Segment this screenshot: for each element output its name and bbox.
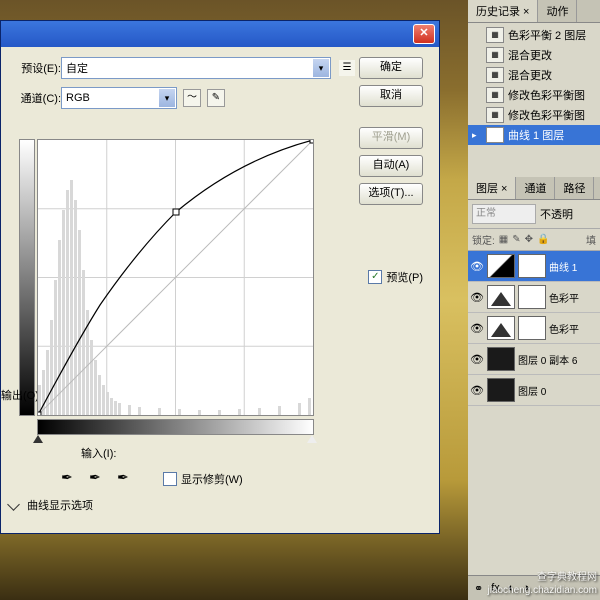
- input-label: 输入(I):: [81, 445, 116, 461]
- curve-graph[interactable]: [37, 139, 314, 416]
- layer-thumb[interactable]: [487, 316, 515, 340]
- history-item[interactable]: ▦混合更改: [468, 65, 600, 85]
- curve-tool-icon[interactable]: 〜: [183, 89, 201, 107]
- watermark: 查字典教程网 jiaocheng.chazidian.com: [487, 571, 597, 597]
- history-item[interactable]: ▦色彩平衡 2 图层: [468, 25, 600, 45]
- layer-item[interactable]: 👁 色彩平: [468, 313, 600, 344]
- dialog-buttons: 确定 取消 平滑(M) 自动(A) 选项(T)...: [359, 57, 425, 211]
- preset-value: 自定: [66, 60, 88, 76]
- preset-menu-icon[interactable]: ☰: [339, 60, 355, 76]
- options-button[interactable]: 选项(T)...: [359, 183, 423, 205]
- black-eyedropper-icon[interactable]: ✒: [61, 469, 79, 487]
- chevron-down-icon: ▾: [159, 89, 175, 107]
- history-item[interactable]: ▦修改色彩平衡图: [468, 85, 600, 105]
- chevron-right-icon: [7, 498, 20, 511]
- preview-label: 预览(P): [386, 269, 423, 285]
- panels: 历史记录 × 动作 ▦色彩平衡 2 图层 ▦混合更改 ▦混合更改 ▦修改色彩平衡…: [468, 0, 600, 600]
- layer-item[interactable]: 👁 图层 0 副本 6: [468, 344, 600, 375]
- lock-row: 锁定: ▦ ✎ ✥ 🔒 填: [468, 229, 600, 251]
- smooth-button: 平滑(M): [359, 127, 423, 149]
- channel-label: 通道(C):: [13, 90, 61, 106]
- visibility-icon[interactable]: 👁: [470, 291, 484, 304]
- tab-paths[interactable]: 路径: [555, 177, 594, 199]
- layer-mask[interactable]: [518, 254, 546, 278]
- histogram-svg: [38, 140, 313, 415]
- lock-transparent-icon[interactable]: ▦: [499, 234, 508, 245]
- output-gradient: [19, 139, 35, 416]
- visibility-icon[interactable]: 👁: [470, 322, 484, 335]
- history-item[interactable]: ▦混合更改: [468, 45, 600, 65]
- curves-dialog: ✕ 预设(E): 自定 ▾ ☰ 通道(C): RGB ▾ 〜 ✎ 输出(O):: [0, 20, 440, 534]
- white-point-slider[interactable]: [307, 435, 317, 443]
- input-gradient: [37, 419, 314, 435]
- eyedropper-tools: ✒ ✒ ✒: [61, 469, 135, 487]
- blend-mode-combo[interactable]: 正常: [472, 204, 536, 224]
- chevron-down-icon: ▾: [313, 59, 329, 77]
- visibility-icon[interactable]: 👁: [470, 353, 484, 366]
- layers-header: 正常 不透明: [468, 200, 600, 229]
- preset-combo[interactable]: 自定 ▾: [61, 57, 331, 79]
- link-icon[interactable]: ⚭: [474, 582, 483, 595]
- preset-label: 预设(E):: [13, 60, 61, 76]
- layers-tabs: 图层 × 通道 路径: [468, 177, 600, 200]
- layer-thumb[interactable]: [487, 347, 515, 371]
- opacity-label: 不透明: [540, 206, 573, 222]
- clip-label: 显示修剪(W): [181, 471, 243, 487]
- lock-move-icon[interactable]: ✥: [525, 234, 533, 245]
- preview-checkbox[interactable]: ✓ 预览(P): [368, 269, 423, 285]
- output-label: 输出(O):: [1, 387, 42, 403]
- cancel-button[interactable]: 取消: [359, 85, 423, 107]
- layer-thumb[interactable]: [487, 254, 515, 278]
- black-point-slider[interactable]: [33, 435, 43, 443]
- layer-list: 👁 曲线 1 👁 色彩平 👁 色彩平 👁 图层 0 副本 6 👁 图层 0: [468, 251, 600, 406]
- gray-eyedropper-icon[interactable]: ✒: [89, 469, 107, 487]
- ok-button[interactable]: 确定: [359, 57, 423, 79]
- show-clipping-checkbox[interactable]: 显示修剪(W): [163, 471, 243, 487]
- history-list: ▦色彩平衡 2 图层 ▦混合更改 ▦混合更改 ▦修改色彩平衡图 ▦修改色彩平衡图…: [468, 23, 600, 147]
- tab-history[interactable]: 历史记录 ×: [468, 0, 538, 22]
- layer-mask[interactable]: [518, 316, 546, 340]
- channel-value: RGB: [66, 92, 90, 104]
- title-bar[interactable]: ✕: [1, 21, 439, 47]
- layer-mask[interactable]: [518, 285, 546, 309]
- visibility-icon[interactable]: 👁: [470, 384, 484, 397]
- auto-button[interactable]: 自动(A): [359, 155, 423, 177]
- white-eyedropper-icon[interactable]: ✒: [117, 469, 135, 487]
- history-item[interactable]: ▸▦曲线 1 图层: [468, 125, 600, 145]
- tab-layers[interactable]: 图层 ×: [468, 177, 516, 199]
- visibility-icon[interactable]: 👁: [470, 260, 484, 273]
- layer-item[interactable]: 👁 图层 0: [468, 375, 600, 406]
- check-icon: ✓: [368, 270, 382, 284]
- channel-combo[interactable]: RGB ▾: [61, 87, 177, 109]
- history-tabs: 历史记录 × 动作: [468, 0, 600, 23]
- lock-brush-icon[interactable]: ✎: [512, 234, 520, 245]
- layer-item[interactable]: 👁 曲线 1: [468, 251, 600, 282]
- pencil-tool-icon[interactable]: ✎: [207, 89, 225, 107]
- layer-thumb[interactable]: [487, 285, 515, 309]
- curve-options-toggle[interactable]: 曲线显示选项: [9, 497, 93, 513]
- history-item[interactable]: ▦修改色彩平衡图: [468, 105, 600, 125]
- layer-thumb[interactable]: [487, 378, 515, 402]
- lock-all-icon[interactable]: 🔒: [537, 234, 549, 245]
- layer-item[interactable]: 👁 色彩平: [468, 282, 600, 313]
- tab-actions[interactable]: 动作: [538, 0, 577, 22]
- close-icon[interactable]: ✕: [413, 24, 435, 44]
- tab-channels[interactable]: 通道: [516, 177, 555, 199]
